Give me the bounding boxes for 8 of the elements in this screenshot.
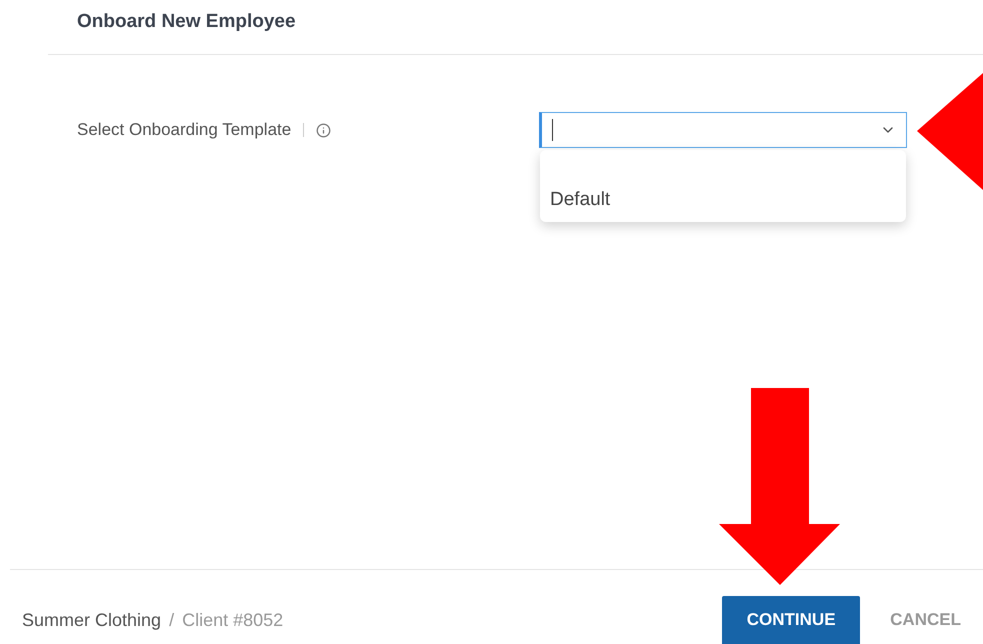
breadcrumb-separator: /: [169, 609, 174, 632]
page-title: Onboard New Employee: [77, 10, 297, 34]
client-number: Client #8052: [182, 609, 284, 632]
continue-button[interactable]: CONTINUE: [722, 596, 860, 644]
dropdown-option[interactable]: Default: [540, 184, 906, 216]
field-label: Select Onboarding Template: [77, 119, 292, 142]
client-name: Summer Clothing: [22, 609, 162, 632]
info-icon[interactable]: [316, 122, 332, 138]
